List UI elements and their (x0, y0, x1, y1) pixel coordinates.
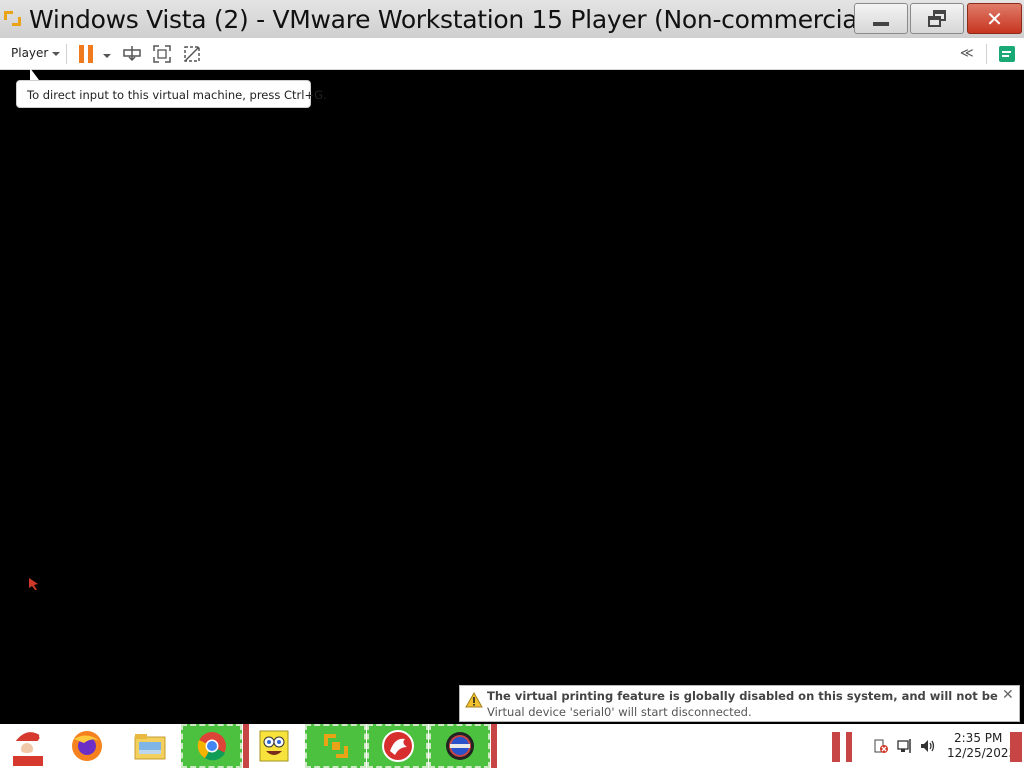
tooltip-pointer (30, 68, 39, 80)
virtual-machine-screen[interactable] (0, 71, 1024, 724)
clock-time[interactable]: 2:35 PM (954, 731, 1002, 745)
taskbar-app[interactable] (181, 724, 242, 768)
send-keys-icon (123, 46, 141, 62)
show-desktop-button[interactable] (1010, 732, 1022, 762)
chevron-down-icon (52, 52, 61, 56)
mouse-cursor-icon (29, 578, 38, 590)
clock-date[interactable]: 12/25/2023 (947, 746, 1016, 760)
warning-icon (465, 692, 483, 708)
minimize-button[interactable] (854, 3, 908, 34)
power-options-dropdown[interactable] (103, 54, 111, 58)
chrome-icon (197, 732, 226, 761)
vmware-app-icon (3, 8, 25, 30)
firefox-icon (72, 731, 102, 761)
volume-icon[interactable] (920, 738, 936, 754)
blue-circle-app-icon (445, 732, 474, 760)
collapse-toolbar-button[interactable]: ≪ (960, 46, 974, 61)
player-menu-button[interactable]: Player (11, 46, 61, 60)
notification-body: Virtual device 'serial0' will start disc… (487, 705, 752, 719)
player-menu-label: Player (11, 46, 49, 60)
taskbar-app[interactable] (0, 724, 56, 768)
notification-close-button[interactable]: ✕ (1002, 687, 1014, 703)
taskbar-app[interactable] (127, 724, 173, 768)
taskbar-app[interactable] (253, 724, 295, 768)
network-icon[interactable] (897, 738, 913, 754)
pause-button[interactable] (79, 45, 93, 63)
toolbar-divider (986, 44, 987, 64)
taskbar-divider (243, 724, 249, 768)
action-center-icon[interactable] (832, 732, 852, 762)
red-app-icon (381, 730, 414, 762)
minimize-icon (873, 21, 889, 26)
send-ctrl-alt-del-button[interactable] (123, 45, 141, 63)
window-title: Windows Vista (2) - VMware Workstation 1… (29, 4, 855, 34)
taskbar-app[interactable] (305, 724, 366, 768)
restore-button[interactable] (910, 3, 964, 34)
vmware-notification[interactable]: The virtual printing feature is globally… (459, 685, 1020, 722)
input-hint-tooltip: To direct input to this virtual machine,… (16, 80, 327, 108)
player-toolbar: Player ≪ (0, 38, 1024, 70)
close-button[interactable]: ✕ (967, 3, 1022, 34)
vmware-icon (323, 734, 348, 758)
spongebob-icon (259, 730, 289, 762)
unity-disabled-icon (184, 46, 200, 62)
notes-icon[interactable] (999, 46, 1015, 62)
santa-icon (13, 732, 45, 766)
toolbar-divider (66, 44, 67, 64)
full-screen-icon (153, 45, 171, 63)
close-icon: ✕ (986, 6, 1003, 31)
taskbar-app[interactable] (429, 724, 490, 768)
network-error-icon[interactable] (873, 738, 889, 754)
taskbar-divider (491, 724, 497, 768)
taskbar-app[interactable] (367, 724, 428, 768)
taskbar (0, 724, 1024, 768)
notification-title: The virtual printing feature is globally… (487, 689, 999, 703)
restore-icon (927, 9, 947, 28)
taskbar-app[interactable] (64, 724, 110, 768)
full-screen-button[interactable] (153, 45, 171, 63)
file-explorer-icon (134, 734, 166, 760)
unity-mode-button[interactable] (183, 45, 201, 63)
